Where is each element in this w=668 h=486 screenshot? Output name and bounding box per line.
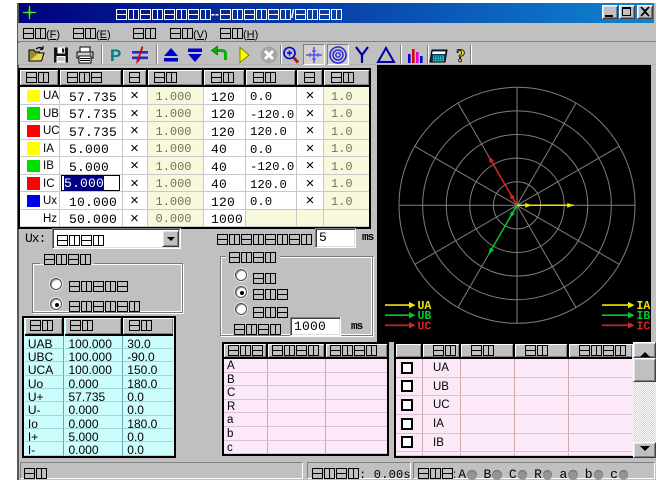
svg-text:?: ?: [456, 46, 466, 65]
svg-text:IC: IC: [636, 320, 650, 333]
svg-text:P: P: [110, 46, 121, 65]
svg-text:UC: UC: [417, 320, 431, 333]
